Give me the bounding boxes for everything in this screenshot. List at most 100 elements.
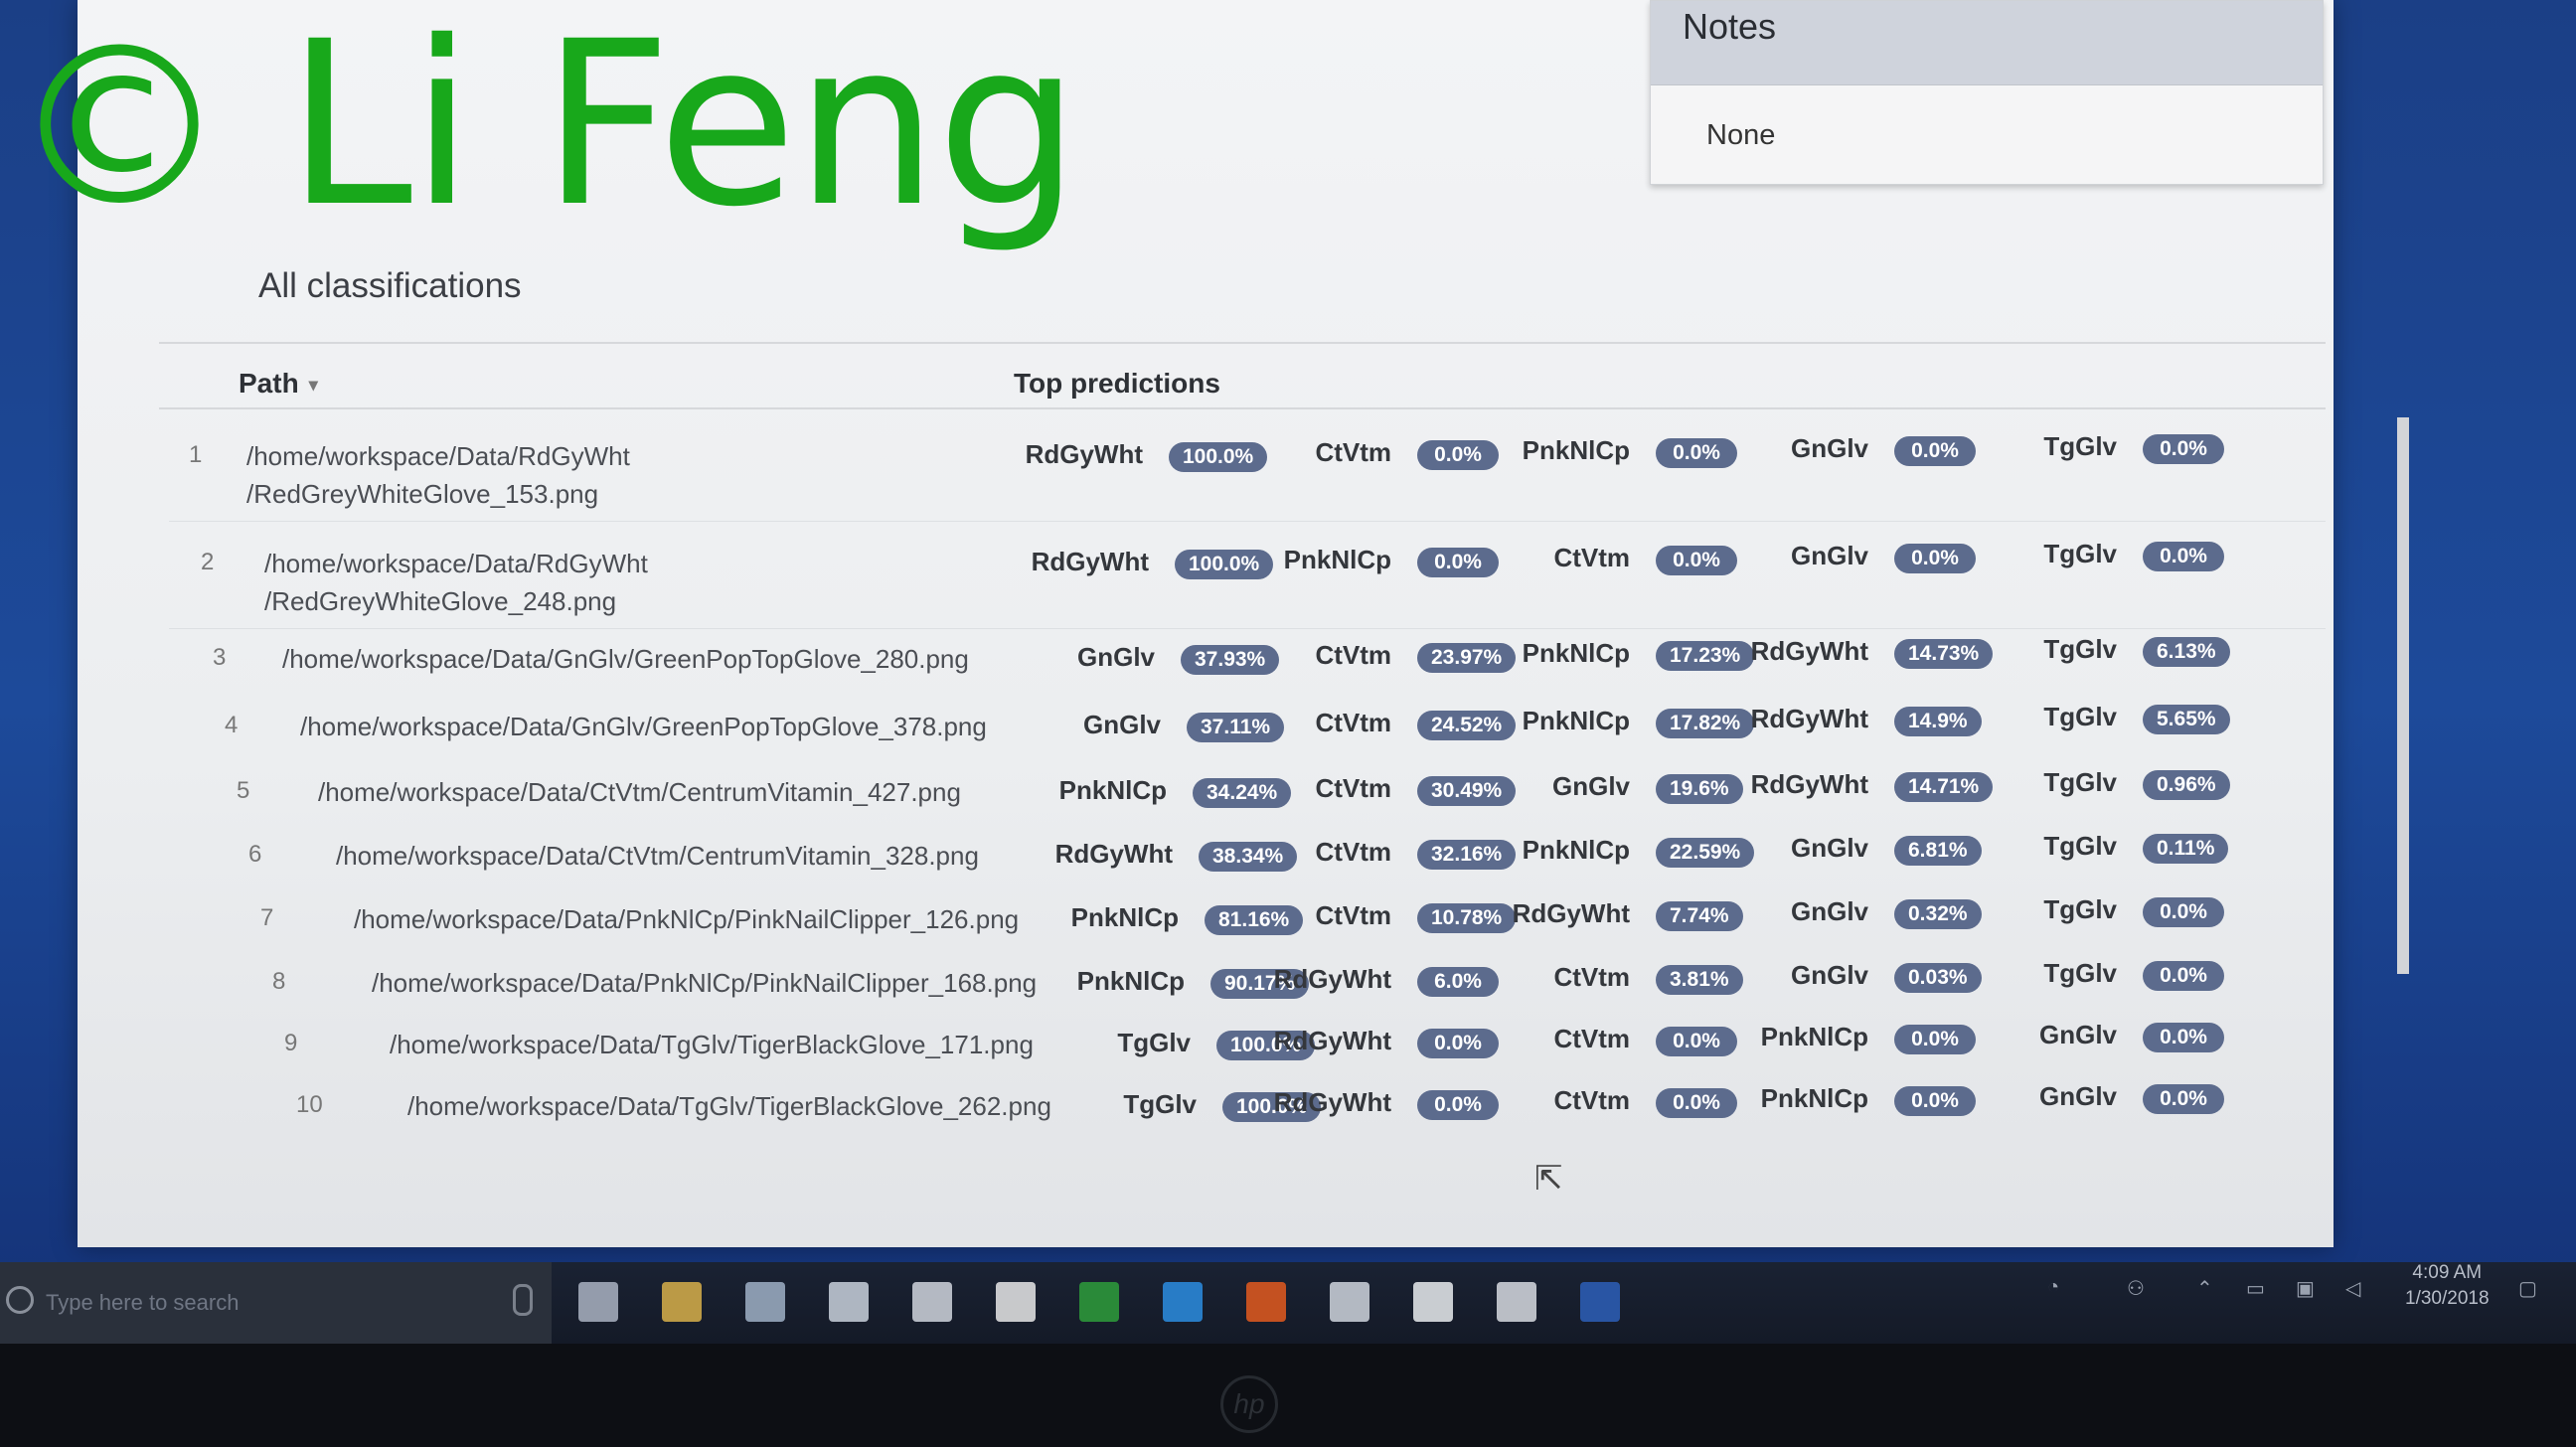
prediction-label: PnkNlCp [1070, 902, 1179, 932]
file-explorer-icon[interactable] [662, 1282, 702, 1322]
path-cell: /home/workspace/Data/RdGyWht/RedGreyWhit… [246, 437, 630, 513]
confidence-badge: 0.11% [2143, 834, 2229, 864]
row-number: 2 [201, 549, 215, 575]
prediction-label: GnGlv [2038, 1081, 2117, 1111]
prediction-label: CtVtm [1553, 1024, 1630, 1053]
people-icon[interactable]: ⚇ [2127, 1276, 2145, 1301]
confidence-badge: 0.0% [1656, 438, 1737, 468]
taskbar-clock[interactable]: 4:09 AM 1/30/2018 [2405, 1260, 2490, 1312]
prediction-3: CtVtm 0.0% [1491, 1085, 1737, 1118]
taskbar-search[interactable]: Type here to search [0, 1262, 552, 1344]
prediction-3: GnGlv 19.6% [1491, 771, 1743, 804]
notifications-icon[interactable]: ▢ [2518, 1276, 2537, 1301]
prediction-3: PnkNlCp 17.23% [1491, 638, 1755, 671]
document-icon[interactable] [1413, 1282, 1453, 1322]
search-icon [6, 1286, 34, 1314]
prediction-2: CtVtm 23.97% [1252, 640, 1517, 673]
prediction-label: RdGyWht [1273, 964, 1391, 994]
prediction-label: PnkNlCp [1760, 1022, 1868, 1051]
prediction-1: RdGyWht 100.0% [1004, 439, 1268, 472]
prediction-label: TgGlv [2043, 958, 2117, 988]
header-divider [159, 407, 2326, 409]
image-viewer-icon[interactable] [1330, 1282, 1369, 1322]
edge-icon[interactable] [1163, 1282, 1203, 1322]
chrome-icon[interactable] [996, 1282, 1036, 1322]
store-icon[interactable] [745, 1282, 785, 1322]
column-header-path[interactable]: Path ▾ [239, 368, 318, 400]
word-icon[interactable] [1580, 1282, 1620, 1322]
path-cell: /home/workspace/Data/CtVtm/CentrumVitami… [318, 773, 961, 811]
prediction-2: PnkNlCp 0.0% [1252, 545, 1499, 577]
git-icon[interactable] [829, 1282, 869, 1322]
prediction-3: PnkNlCp 22.59% [1491, 835, 1755, 868]
path-line: /home/workspace/Data/TgGlv/TigerBlackGlo… [390, 1030, 1034, 1059]
prediction-4: GnGlv 0.0% [1729, 541, 1976, 573]
confidence-badge: 0.32% [1894, 899, 1982, 929]
path-cell: /home/workspace/Data/GnGlv/GreenPopTopGl… [282, 640, 969, 678]
prediction-5: TgGlv 0.0% [1978, 894, 2224, 927]
prediction-5: TgGlv 0.96% [1978, 767, 2230, 800]
chevron-up-icon[interactable]: ⌃ [2196, 1276, 2213, 1301]
prediction-label: GnGlv [1076, 642, 1155, 672]
prediction-4: RdGyWht 14.9% [1729, 704, 1982, 736]
path-line: /home/workspace/Data/PnkNlCp/PinkNailCli… [372, 968, 1038, 998]
prediction-label: RdGyWht [1273, 1087, 1391, 1117]
prediction-label: CtVtm [1315, 708, 1391, 737]
notes-panel: Notes None [1650, 0, 2324, 185]
prediction-4: RdGyWht 14.71% [1729, 769, 1994, 802]
prediction-label: TgGlv [2043, 634, 2117, 664]
prediction-label: PnkNlCp [1058, 775, 1167, 805]
confidence-badge: 0.0% [1417, 548, 1499, 577]
prediction-label: CtVtm [1553, 543, 1630, 572]
microphone-icon[interactable] [513, 1284, 533, 1316]
confidence-badge: 14.9% [1894, 707, 1982, 736]
path-line: /home/workspace/Data/RdGyWht [264, 549, 648, 578]
copyright-watermark: © Li Feng [10, 0, 1080, 256]
confidence-badge: 0.96% [2143, 770, 2230, 800]
prediction-3: CtVtm 0.0% [1491, 1024, 1737, 1056]
task-view-icon[interactable] [578, 1282, 618, 1322]
prediction-4: GnGlv 0.32% [1729, 896, 1982, 929]
confidence-badge: 0.03% [1894, 963, 1982, 993]
scrollbar[interactable] [2397, 417, 2409, 974]
search-placeholder: Type here to search [46, 1290, 240, 1315]
prediction-label: CtVtm [1553, 962, 1630, 992]
prediction-label: RdGyWht [1031, 547, 1149, 576]
prediction-3: CtVtm 0.0% [1491, 543, 1737, 575]
confidence-badge: 0.0% [1656, 1088, 1737, 1118]
prediction-2: CtVtm 32.16% [1252, 837, 1517, 870]
row-number: 10 [296, 1091, 323, 1118]
path-line: /home/workspace/Data/GnGlv/GreenPopTopGl… [282, 644, 969, 674]
path-cell: /home/workspace/Data/TgGlv/TigerBlackGlo… [390, 1026, 1034, 1063]
prediction-label: CtVtm [1315, 773, 1391, 803]
row-number: 3 [213, 644, 227, 671]
prediction-label: TgGlv [2043, 702, 2117, 731]
battery-icon[interactable]: ▭ [2246, 1276, 2265, 1301]
volume-icon[interactable]: ◁ [2345, 1276, 2360, 1301]
prediction-label: CtVtm [1315, 900, 1391, 930]
pdf-icon[interactable] [1497, 1282, 1536, 1322]
path-line: /home/workspace/Data/PnkNlCp/PinkNailCli… [354, 904, 1020, 934]
prediction-5: GnGlv 0.0% [1978, 1081, 2224, 1114]
prediction-label: PnkNlCp [1076, 966, 1185, 996]
network-icon[interactable] [1079, 1282, 1119, 1322]
confidence-badge: 0.0% [1894, 1086, 1976, 1116]
calculator-icon[interactable] [912, 1282, 952, 1322]
prediction-label: CtVtm [1315, 640, 1391, 670]
firefox-icon[interactable] [1246, 1282, 1286, 1322]
help-icon[interactable]: ◔ [2047, 1276, 2059, 1299]
confidence-badge: 0.0% [2143, 961, 2224, 991]
prediction-2: CtVtm 10.78% [1252, 900, 1517, 933]
prediction-4: RdGyWht 14.73% [1729, 636, 1994, 669]
prediction-label: RdGyWht [1025, 439, 1143, 469]
row-number: 9 [284, 1030, 298, 1056]
path-line: /home/workspace/Data/GnGlv/GreenPopTopGl… [300, 712, 987, 741]
row-number: 7 [260, 904, 274, 931]
row-number: 8 [272, 968, 286, 995]
prediction-5: GnGlv 0.0% [1978, 1020, 2224, 1052]
confidence-badge: 6.0% [1417, 967, 1499, 997]
prediction-label: GnGlv [1790, 896, 1868, 926]
path-cell: /home/workspace/Data/GnGlv/GreenPopTopGl… [300, 708, 987, 745]
network-status-icon[interactable]: ▣ [2296, 1276, 2315, 1301]
prediction-4: GnGlv 0.03% [1729, 960, 1982, 993]
